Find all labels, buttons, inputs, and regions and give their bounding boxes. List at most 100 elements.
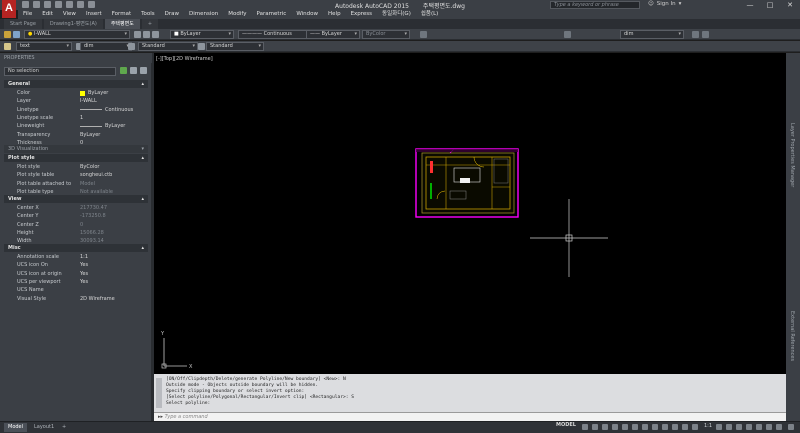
maximize-button[interactable]: □ <box>760 0 780 10</box>
new-tab-button[interactable]: + <box>141 19 159 29</box>
menu-item[interactable]: File <box>18 10 37 19</box>
section-general[interactable]: General ▴ <box>4 80 148 88</box>
minimize-button[interactable]: — <box>740 0 760 10</box>
mleader-style-dropdown[interactable]: Standard <box>206 42 264 51</box>
menu-item[interactable]: Tools <box>136 10 160 19</box>
menu-item[interactable]: Format <box>107 10 136 19</box>
multileader-icon[interactable] <box>692 31 699 38</box>
menu-item[interactable]: Dimension <box>184 10 223 19</box>
status-toggle-icon[interactable] <box>692 424 698 430</box>
annotation-scale[interactable]: 1:1 <box>704 423 712 429</box>
status-toggle-icon[interactable] <box>612 424 618 430</box>
tab-model[interactable]: Model <box>4 423 28 432</box>
dimstyle-icon[interactable] <box>564 31 571 38</box>
property-row[interactable]: UCS Name <box>4 286 148 294</box>
layer-dropdown[interactable]: ● I-WALL <box>24 30 130 39</box>
property-row[interactable]: Linetype Continuous <box>4 106 148 114</box>
tab-layout1[interactable]: Layout1 <box>30 423 58 432</box>
dim-style-dropdown[interactable]: dim <box>80 42 132 51</box>
property-row[interactable]: Layer I-WALL <box>4 97 148 105</box>
status-toggle-icon[interactable] <box>592 424 598 430</box>
search-input[interactable]: Type a keyword or phrase <box>550 1 640 9</box>
command-input[interactable]: ▸▸ Type a command <box>154 412 786 421</box>
menu-item[interactable]: Modify <box>223 10 251 19</box>
property-row[interactable]: Center Y -173250.8 <box>4 212 148 220</box>
status-toggle-icon[interactable] <box>736 424 742 430</box>
table-style-dropdown[interactable]: Standard <box>138 42 198 51</box>
layer-state-icon[interactable] <box>13 31 20 38</box>
status-toggle-icon[interactable] <box>632 424 638 430</box>
status-toggle-icon[interactable] <box>766 424 772 430</box>
model-space-toggle[interactable]: MODEL <box>556 422 576 428</box>
property-row[interactable]: UCS icon On Yes <box>4 261 148 269</box>
status-toggle-icon[interactable] <box>672 424 678 430</box>
property-row[interactable]: Height 15066.28 <box>4 229 148 237</box>
text-style-dropdown[interactable]: text <box>16 42 72 51</box>
text-style-icon[interactable] <box>4 43 11 50</box>
property-row[interactable]: Center X 217730.47 <box>4 204 148 212</box>
status-toggle-icon[interactable] <box>776 424 782 430</box>
property-row[interactable]: Color ByLayer <box>4 89 148 97</box>
property-row[interactable]: Plot style ByColor <box>4 163 148 171</box>
menu-item[interactable]: Edit <box>37 10 58 19</box>
linetype-dropdown[interactable]: ———— Continuous <box>238 30 314 39</box>
section-3d-visualization[interactable]: 3D Visualization ▾ <box>4 145 148 153</box>
menu-item[interactable]: Draw <box>160 10 184 19</box>
status-toggle-icon[interactable] <box>602 424 608 430</box>
status-toggle-icon[interactable] <box>682 424 688 430</box>
status-toggle-icon[interactable] <box>756 424 762 430</box>
match-layer-icon[interactable] <box>152 31 159 38</box>
quick-select-icon[interactable] <box>140 67 147 74</box>
section-plot-style[interactable]: Plot style ▴ <box>4 154 148 162</box>
property-row[interactable]: UCS icon at origin Yes <box>4 270 148 278</box>
property-row[interactable]: UCS per viewport Yes <box>4 278 148 286</box>
lineweight-dropdown[interactable]: —— ByLayer <box>306 30 360 39</box>
make-current-icon[interactable] <box>134 31 141 38</box>
tab-start-page[interactable]: Start Page <box>4 19 42 29</box>
menu-item[interactable]: Help <box>323 10 346 19</box>
style-dropdown[interactable]: dim <box>620 30 684 39</box>
mleader-style-icon[interactable] <box>198 43 205 50</box>
toggle-pickadd-icon[interactable] <box>120 67 127 74</box>
property-row[interactable]: Visual Style 2D Wireframe <box>4 295 148 303</box>
command-line-grip[interactable] <box>156 378 162 408</box>
table-style-icon[interactable] <box>128 43 135 50</box>
sign-in-button[interactable]: ☺ Sign In ▾ <box>648 1 681 7</box>
section-view[interactable]: View ▴ <box>4 195 148 203</box>
status-toggle-icon[interactable] <box>642 424 648 430</box>
menu-item[interactable]: 동일화디(G) <box>377 10 416 19</box>
status-toggle-icon[interactable] <box>582 424 588 430</box>
color-dropdown[interactable]: ■ ByLayer <box>170 30 234 39</box>
tab-current-drawing[interactable]: 주택평면도 <box>104 19 140 29</box>
status-toggle-icon[interactable] <box>716 424 722 430</box>
property-row[interactable]: Plot style table songheui.ctb <box>4 171 148 179</box>
property-row[interactable]: Annotation scale 1:1 <box>4 253 148 261</box>
layer-properties-manager-tab[interactable]: Layer Properties Manager <box>789 123 795 187</box>
selection-dropdown[interactable]: No selection <box>4 67 116 76</box>
menu-item[interactable]: 쉽품(L) <box>416 10 443 19</box>
status-toggle-icon[interactable] <box>662 424 668 430</box>
close-button[interactable]: ✕ <box>780 0 800 10</box>
property-row[interactable]: Lineweight ByLayer <box>4 122 148 130</box>
status-toggle-icon[interactable] <box>746 424 752 430</box>
status-toggle-icon[interactable] <box>622 424 628 430</box>
property-row[interactable]: Transparency ByLayer <box>4 131 148 139</box>
select-objects-icon[interactable] <box>130 67 137 74</box>
status-toggle-icon[interactable] <box>652 424 658 430</box>
menu-item[interactable]: Express <box>346 10 377 19</box>
menu-item[interactable]: Window <box>291 10 323 19</box>
status-toggle-icon[interactable] <box>726 424 732 430</box>
status-toggle-icon[interactable] <box>788 424 794 430</box>
viewport-controls[interactable]: [-][Top][2D Wireframe] <box>154 56 213 62</box>
menu-item[interactable]: View <box>58 10 81 19</box>
layer-properties-icon[interactable] <box>4 31 11 38</box>
external-references-tab[interactable]: External References <box>789 311 795 361</box>
tab-drawing1[interactable]: Drawing1-평면도(A) <box>43 19 103 29</box>
plotstyle-dropdown[interactable]: ByColor <box>362 30 410 39</box>
text-style-icon[interactable] <box>420 31 427 38</box>
table-icon[interactable] <box>702 31 709 38</box>
drawing-canvas[interactable]: Y X <box>154 53 786 374</box>
section-misc[interactable]: Misc ▴ <box>4 244 148 252</box>
new-layout-button[interactable]: + <box>58 423 70 432</box>
property-row[interactable]: Center Z 0 <box>4 221 148 229</box>
